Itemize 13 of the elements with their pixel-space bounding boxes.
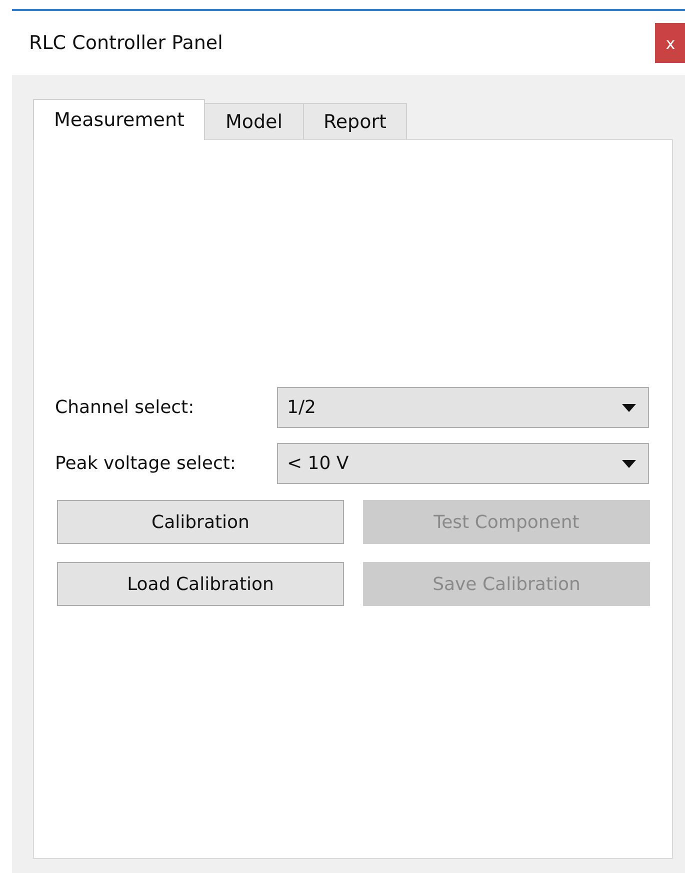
action-button[interactable]: Load Calibration [57, 562, 344, 606]
caret-icon [622, 404, 636, 412]
action-button[interactable]: Calibration [57, 500, 344, 544]
caret-icon [622, 460, 636, 468]
tab[interactable]: Model [204, 103, 304, 139]
dropdown[interactable]: < 10 V [277, 443, 649, 484]
dropdown[interactable]: 1/2 [277, 387, 649, 428]
field-label: Peak voltage select: [55, 453, 237, 474]
tab[interactable]: Report [302, 103, 408, 139]
close-button[interactable]: x [655, 23, 685, 63]
window-title: RLC Controller Panel [29, 32, 223, 54]
tab[interactable]: Measurement [33, 99, 206, 140]
field-label: Channel select: [55, 397, 196, 418]
